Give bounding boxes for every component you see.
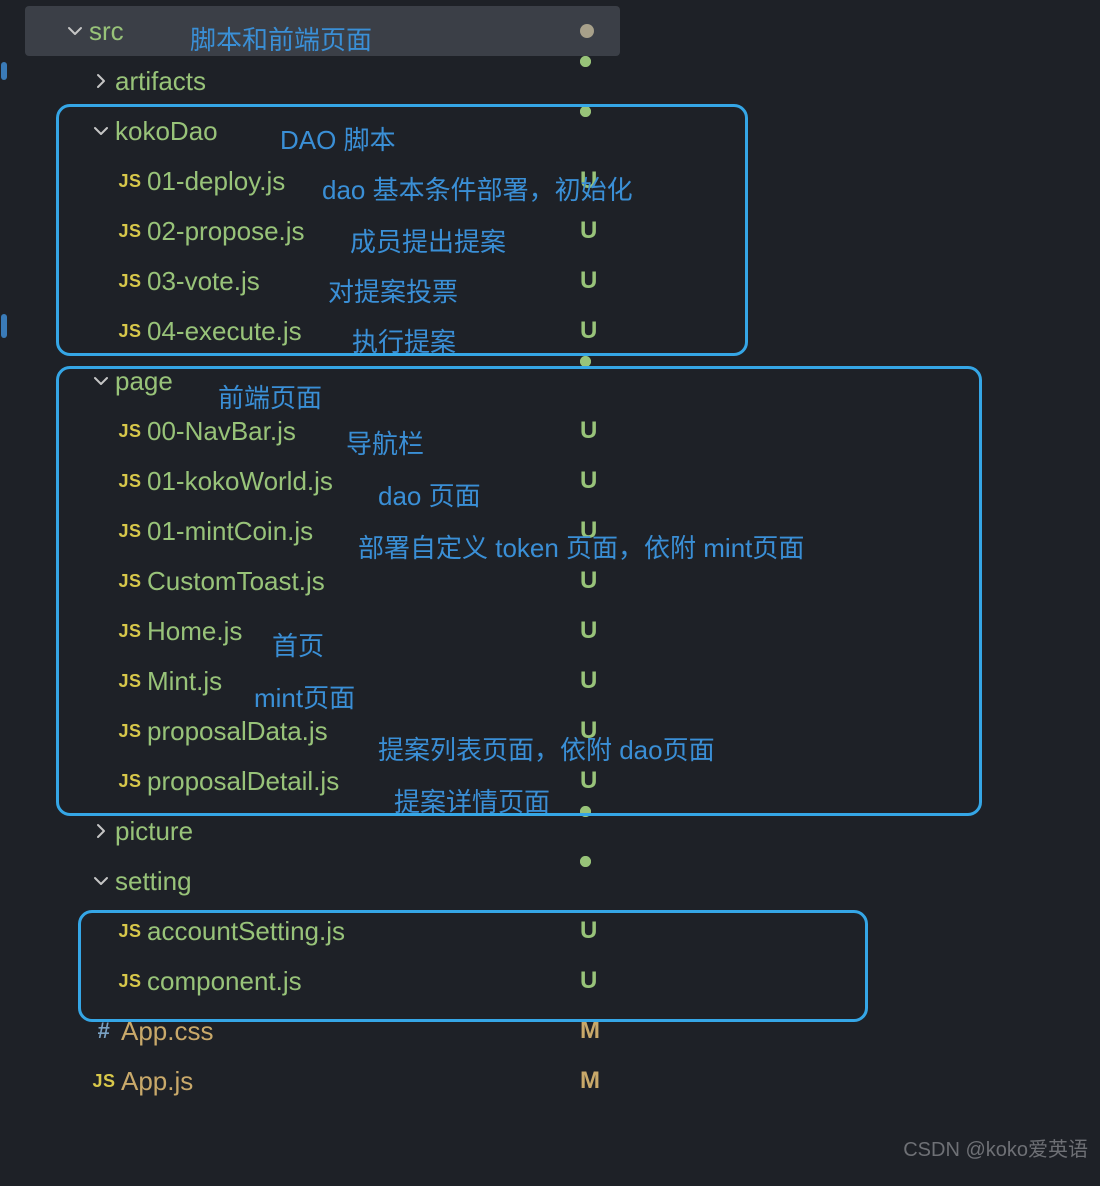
git-status-dot [580, 56, 591, 67]
git-status-dot [580, 106, 591, 117]
item-label: 01-deploy.js [147, 166, 285, 197]
js-file-icon: JS [113, 621, 147, 642]
folder-item-page[interactable]: page [25, 356, 620, 406]
item-label: accountSetting.js [147, 916, 345, 947]
item-label: 04-execute.js [147, 316, 302, 347]
chevron-down-icon[interactable] [61, 23, 89, 39]
js-file-icon: JS [87, 1071, 121, 1092]
item-label: artifacts [115, 66, 206, 97]
file-item-proposalData.js[interactable]: JSproposalData.js U [25, 706, 620, 756]
file-item-01-kokoWorld.js[interactable]: JS01-kokoWorld.js U [25, 456, 620, 506]
edge-marker [1, 314, 7, 338]
folder-item-artifacts[interactable]: artifacts [25, 56, 620, 106]
item-label: 01-kokoWorld.js [147, 466, 333, 497]
chevron-down-icon[interactable] [87, 373, 115, 389]
git-status-M: M [580, 1056, 600, 1106]
git-status-U: U [580, 456, 597, 506]
git-status-U: U [580, 306, 597, 356]
chevron-down-icon[interactable] [87, 873, 115, 889]
file-item-Mint.js[interactable]: JSMint.js U [25, 656, 620, 706]
git-status-U: U [580, 756, 597, 806]
git-status-U: U [580, 956, 597, 1006]
git-status-seldot [580, 6, 594, 56]
git-status-U: U [580, 606, 597, 656]
git-status-M: M [580, 1006, 600, 1056]
file-item-02-propose.js[interactable]: JS02-propose.js U [25, 206, 620, 256]
item-label: proposalData.js [147, 716, 328, 747]
git-status-U: U [580, 206, 597, 256]
folder-item-kokoDao[interactable]: kokoDao [25, 106, 620, 156]
file-item-proposalDetail.js[interactable]: JSproposalDetail.js U [25, 756, 620, 806]
git-status-dot [580, 806, 591, 817]
file-item-App.js[interactable]: JSApp.js M [25, 1056, 620, 1106]
item-label: component.js [147, 966, 302, 997]
js-file-icon: JS [113, 471, 147, 492]
git-status-dot [580, 856, 591, 867]
item-label: App.css [121, 1016, 214, 1047]
folder-item-picture[interactable]: picture [25, 806, 620, 856]
folder-item-setting[interactable]: setting [25, 856, 620, 906]
chevron-right-icon[interactable] [87, 823, 115, 839]
git-status-dot [580, 356, 591, 367]
js-file-icon: JS [113, 521, 147, 542]
item-label: Mint.js [147, 666, 222, 697]
js-file-icon: JS [113, 271, 147, 292]
file-item-accountSetting.js[interactable]: JSaccountSetting.js U [25, 906, 620, 956]
file-item-Home.js[interactable]: JSHome.js U [25, 606, 620, 656]
js-file-icon: JS [113, 921, 147, 942]
git-status-U: U [580, 256, 597, 306]
chevron-right-icon[interactable] [87, 73, 115, 89]
js-file-icon: JS [113, 721, 147, 742]
js-file-icon: JS [113, 571, 147, 592]
item-label: 03-vote.js [147, 266, 260, 297]
js-file-icon: JS [113, 171, 147, 192]
git-status-U: U [580, 906, 597, 956]
git-status-U: U [580, 656, 597, 706]
file-item-App.css[interactable]: #App.css M [25, 1006, 620, 1056]
chevron-down-icon[interactable] [87, 123, 115, 139]
file-item-01-deploy.js[interactable]: JS01-deploy.js U [25, 156, 620, 206]
js-file-icon: JS [113, 671, 147, 692]
folder-item-src[interactable]: src [25, 6, 620, 56]
item-label: 00-NavBar.js [147, 416, 296, 447]
item-label: page [115, 366, 173, 397]
js-file-icon: JS [113, 221, 147, 242]
file-item-CustomToast.js[interactable]: JSCustomToast.js U [25, 556, 620, 606]
js-file-icon: JS [113, 771, 147, 792]
js-file-icon: JS [113, 321, 147, 342]
edge-marker [1, 62, 7, 80]
file-item-00-NavBar.js[interactable]: JS00-NavBar.js U [25, 406, 620, 456]
item-label: picture [115, 816, 193, 847]
item-label: src [89, 16, 124, 47]
git-status-U: U [580, 706, 597, 756]
item-label: Home.js [147, 616, 242, 647]
item-label: kokoDao [115, 116, 218, 147]
js-file-icon: JS [113, 421, 147, 442]
item-label: setting [115, 866, 192, 897]
item-label: 01-mintCoin.js [147, 516, 313, 547]
watermark-text: CSDN @koko爱英语 [903, 1133, 1088, 1162]
js-file-icon: JS [113, 971, 147, 992]
git-status-U: U [580, 406, 597, 456]
file-item-01-mintCoin.js[interactable]: JS01-mintCoin.js U [25, 506, 620, 556]
item-label: 02-propose.js [147, 216, 305, 247]
item-label: proposalDetail.js [147, 766, 339, 797]
file-item-04-execute.js[interactable]: JS04-execute.js U [25, 306, 620, 356]
file-explorer-tree: srcartifactskokoDaoJS01-deploy.jsUJS02-p… [0, 0, 620, 1106]
git-status-U: U [580, 156, 597, 206]
item-label: App.js [121, 1066, 193, 1097]
git-status-U: U [580, 506, 597, 556]
file-item-component.js[interactable]: JScomponent.js U [25, 956, 620, 1006]
file-item-03-vote.js[interactable]: JS03-vote.js U [25, 256, 620, 306]
item-label: CustomToast.js [147, 566, 325, 597]
git-status-U: U [580, 556, 597, 606]
css-file-icon: # [87, 1018, 121, 1044]
